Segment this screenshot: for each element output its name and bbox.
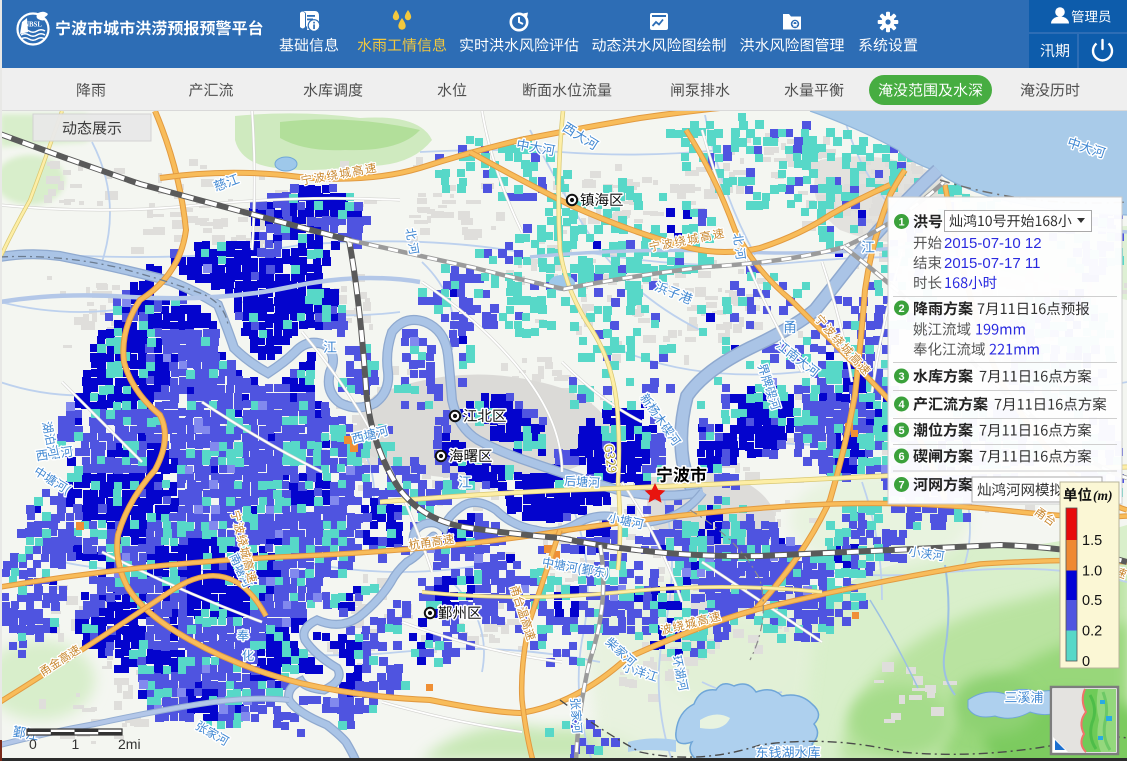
svg-text:1.5: 1.5 [1082, 533, 1102, 549]
svg-text:5: 5 [898, 425, 904, 437]
svg-text:2mi: 2mi [118, 736, 141, 752]
svg-text:2: 2 [898, 303, 904, 315]
svg-text:4: 4 [898, 399, 905, 411]
svg-text:0.2: 0.2 [1082, 624, 1102, 640]
svg-text:2015-07-17 11: 2015-07-17 11 [944, 255, 1040, 272]
svg-text:0.5: 0.5 [1082, 593, 1102, 609]
svg-text:NBSL: NBSL [24, 22, 42, 29]
svg-text:0: 0 [29, 736, 37, 752]
svg-text:6: 6 [898, 451, 904, 463]
svg-text:3: 3 [898, 371, 904, 383]
svg-text:7: 7 [898, 480, 904, 492]
svg-text:1: 1 [898, 217, 904, 229]
svg-text:0: 0 [1082, 654, 1090, 670]
svg-text:(m): (m) [1093, 488, 1113, 503]
svg-text:1.0: 1.0 [1082, 564, 1102, 580]
svg-text:2015-07-10 12: 2015-07-10 12 [944, 235, 1042, 252]
svg-text:1: 1 [72, 736, 80, 752]
